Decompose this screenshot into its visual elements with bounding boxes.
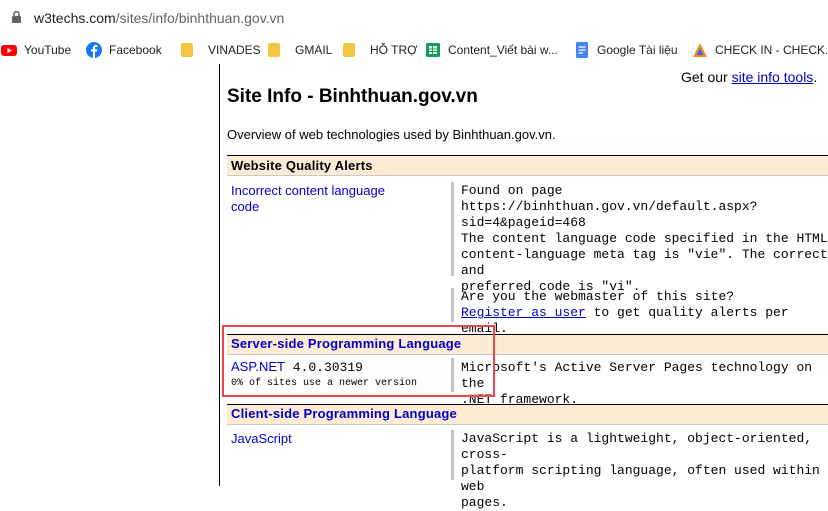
bookmark-content[interactable]: Content_Viết bài w... — [425, 40, 558, 60]
app-icon — [693, 43, 707, 57]
sheets-icon — [426, 43, 440, 57]
javascript-description: JavaScript is a lightweight, object-orie… — [461, 431, 820, 510]
page-overview: Overview of web technologies used by Bin… — [227, 127, 556, 142]
bookmark-vinades[interactable]: VINADES — [179, 40, 261, 60]
bookmark-gmail[interactable]: GMAIL — [266, 40, 332, 60]
webmaster-prompt: Are you the webmaster of this site? Regi… — [461, 289, 789, 336]
bookmark-google-docs[interactable]: Google Tài liệu — [574, 40, 678, 60]
bookmark-facebook[interactable]: Facebook — [86, 40, 162, 60]
webmaster-divider — [451, 288, 454, 322]
alerts-description: Found on page https://binhthuan.gov.vn/d… — [461, 183, 828, 294]
aspnet-description: Microsoft's Active Server Pages technolo… — [461, 360, 813, 407]
incorrect-language-link[interactable]: Incorrect content language code — [231, 183, 385, 215]
bookmarks-bar: YouTube Facebook VINADES GMAIL HỖ TRỢ Co… — [0, 36, 828, 64]
left-column-divider — [219, 64, 220, 486]
bookmark-youtube[interactable]: YouTube — [1, 40, 71, 60]
site-info-tools-promo: Get our site info tools. — [681, 69, 818, 85]
facebook-icon — [86, 42, 102, 58]
address-bar[interactable]: w3techs.com/sites/info/binhthuan.gov.vn — [0, 0, 828, 36]
youtube-icon — [1, 45, 17, 56]
bookmark-check-in[interactable]: CHECK IN - CHECK... — [692, 40, 828, 60]
javascript-link[interactable]: JavaScript — [231, 431, 292, 446]
alerts-divider — [451, 182, 454, 276]
highlight-box — [222, 325, 495, 397]
bookmark-ho-tro[interactable]: HỖ TRỢ — [341, 40, 417, 60]
docs-icon — [576, 42, 588, 58]
site-info-tools-link[interactable]: site info tools — [732, 69, 814, 85]
page-title: Site Info - Binhthuan.gov.vn — [227, 86, 478, 107]
folder-icon — [268, 43, 280, 57]
alerts-heading: Website Quality Alerts — [231, 158, 373, 173]
folder-icon — [181, 43, 193, 57]
client-side-divider — [451, 430, 454, 480]
lock-icon — [12, 11, 21, 23]
url-text[interactable]: w3techs.com/sites/info/binhthuan.gov.vn — [34, 10, 284, 26]
register-link[interactable]: Register as user — [461, 305, 586, 320]
client-side-heading[interactable]: Client-side Programming Language — [231, 406, 457, 421]
folder-icon — [343, 43, 355, 57]
